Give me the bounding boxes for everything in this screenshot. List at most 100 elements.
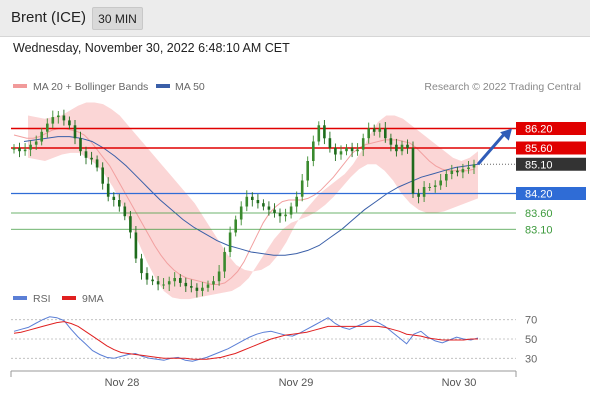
candle-body [345,148,348,152]
candle-body [173,278,176,282]
candle-body [289,206,293,215]
candle-body [23,149,27,152]
candle-body [201,287,204,291]
candle-body [273,209,276,213]
candle-body [40,131,43,142]
candle-body [461,169,465,173]
last-label-text: 85.10 [525,159,553,171]
candle-body [217,271,221,282]
candle-body [284,214,287,217]
candle-body [350,148,354,152]
price-label-layer: 86.20 85.60 85.10 84.20 83.60 83.10 [516,122,586,236]
rsi-ma-legend-swatch [62,296,76,300]
forecast-arrow-layer [476,128,512,166]
candle-body [389,138,393,145]
pivot-label-text: 84.20 [525,189,553,201]
candle-body [306,161,309,181]
candle-body [439,180,442,186]
candle-body [378,128,382,132]
candle-body [433,185,437,187]
rsi-level-label: 70 [525,315,537,327]
price-chart: MA 20 + Bollinger Bands MA 50 Research ©… [10,81,586,389]
candle-body [278,213,282,217]
candle-body [46,123,49,132]
candle-body [90,157,93,160]
candle-body [406,144,409,148]
bollinger-band [28,102,478,300]
ma50-legend-label: MA 50 [175,81,205,93]
candle-body [206,284,210,288]
candle-body [300,180,304,197]
candle-body [384,128,387,139]
candle-body [234,219,237,233]
candle-body [95,159,99,168]
candle-body [73,125,77,139]
candle-body [417,193,420,197]
rsi-legend-swatch [13,296,27,300]
candle-body [328,138,332,148]
candle-body [51,117,55,124]
candle-body [317,125,321,142]
candle-body [239,206,243,220]
bollinger-band-layer [28,102,478,300]
research-credit: Research © 2022 Trading Central [424,81,581,93]
candle-body [190,286,193,288]
candle-body [18,148,21,152]
rsi-ma-legend-label: 9MA [82,293,104,305]
candle-body [212,281,215,285]
candle-body [179,278,182,283]
rsi-level-label: 30 [525,353,537,365]
candle-body [256,200,260,204]
candle-body [312,141,315,161]
rsi-level-label: 50 [525,334,537,346]
candle-body [62,115,66,121]
candle-body [101,167,104,184]
candle-body [118,200,121,207]
candle-body [456,170,459,173]
support-label-text: 83.10 [525,224,553,236]
support-label-text: 83.60 [525,208,553,220]
candle-body [79,138,82,152]
candle-body [395,144,398,152]
candle-body [262,203,265,207]
candle-body [228,232,232,252]
candle-body [156,281,160,285]
candle-body [34,141,38,145]
candle-body [223,252,226,272]
candle-body [445,174,448,181]
candle-body [134,232,138,259]
candle-body [12,148,16,150]
resistance-label-text: 85.60 [525,143,553,155]
candle-body [106,183,110,197]
candle-body [84,151,88,158]
candle-body [411,148,415,194]
candle-body [367,128,370,139]
candle-body [129,216,132,233]
candle-body [323,125,326,139]
candle-body [167,281,171,285]
candle-body [400,144,404,152]
candle-body [356,149,359,152]
candle-body [339,151,343,155]
candle-body [295,196,298,207]
candle-body [140,258,143,274]
candle-body [151,279,154,282]
bollinger-legend-label: MA 20 + Bollinger Bands [33,81,148,93]
x-tick-label-nov30: Nov 30 [442,377,477,389]
ma50-legend-swatch [156,84,170,88]
candle-body [29,144,32,150]
resistance-label-text: 86.20 [525,124,553,136]
candle-body [245,196,249,207]
candle-body [361,138,365,150]
candle-body [195,287,199,291]
candle-body [267,206,271,210]
candle-body [68,120,71,126]
candle-body [251,196,254,200]
candle-body [112,196,116,200]
candle-body [123,206,127,217]
x-tick-label-nov29: Nov 29 [279,377,314,389]
candle-body [472,164,476,168]
candle-body [334,148,337,155]
candle-body [372,128,376,132]
rsi-legend-label: RSI [33,293,51,305]
